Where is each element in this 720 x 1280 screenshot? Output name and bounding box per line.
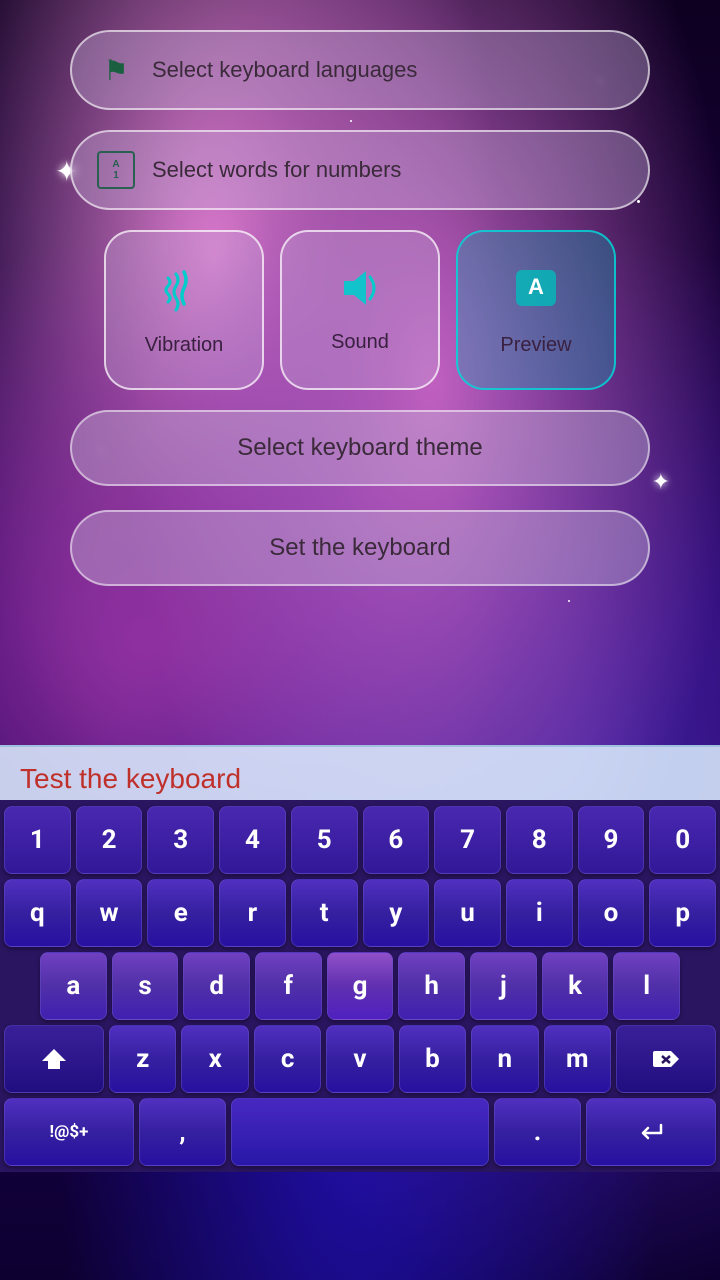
key-d[interactable]: d — [183, 952, 250, 1020]
key-f[interactable]: f — [255, 952, 322, 1020]
key-i[interactable]: i — [506, 879, 573, 947]
enter-key[interactable] — [586, 1098, 716, 1166]
key-5[interactable]: 5 — [291, 806, 358, 874]
key-l[interactable]: l — [613, 952, 680, 1020]
shift-key[interactable] — [4, 1025, 104, 1093]
star-decoration — [568, 600, 570, 602]
key-c[interactable]: c — [254, 1025, 321, 1093]
key-a[interactable]: a — [40, 952, 107, 1020]
key-n[interactable]: n — [471, 1025, 538, 1093]
key-3[interactable]: 3 — [147, 806, 214, 874]
key-y[interactable]: y — [363, 879, 430, 947]
vibration-icon — [160, 264, 208, 322]
key-t[interactable]: t — [291, 879, 358, 947]
vibration-button[interactable]: Vibration — [104, 230, 264, 390]
key-j[interactable]: j — [470, 952, 537, 1020]
key-h[interactable]: h — [398, 952, 465, 1020]
delete-key[interactable] — [616, 1025, 716, 1093]
zxcv-row: z x c v b n m — [4, 1025, 716, 1093]
key-m[interactable]: m — [544, 1025, 611, 1093]
key-r[interactable]: r — [219, 879, 286, 947]
select-words-label: Select words for numbers — [152, 157, 401, 183]
preview-label: Preview — [500, 334, 571, 357]
bottom-row: !@$+ , . — [4, 1098, 716, 1166]
sound-button[interactable]: Sound — [280, 230, 440, 390]
key-v[interactable]: v — [326, 1025, 393, 1093]
select-languages-label: Select keyboard languages — [152, 57, 417, 83]
set-keyboard-button[interactable]: Set the keyboard — [70, 510, 650, 586]
key-7[interactable]: 7 — [434, 806, 501, 874]
select-theme-label: Select keyboard theme — [237, 434, 482, 461]
key-4[interactable]: 4 — [219, 806, 286, 874]
select-theme-button[interactable]: Select keyboard theme — [70, 410, 650, 486]
key-2[interactable]: 2 — [76, 806, 143, 874]
select-words-button[interactable]: A 1 Select words for numbers — [70, 130, 650, 210]
key-q[interactable]: q — [4, 879, 71, 947]
key-s[interactable]: s — [112, 952, 179, 1020]
symbol-key[interactable]: !@$+ — [4, 1098, 134, 1166]
key-u[interactable]: u — [434, 879, 501, 947]
keyboard: 1 2 3 4 5 6 7 8 9 0 q w e r t y u i o p … — [0, 800, 720, 1172]
a1-icon: A 1 — [96, 150, 136, 190]
key-z[interactable]: z — [109, 1025, 176, 1093]
feature-buttons-row: Vibration Sound A Preview — [70, 230, 650, 390]
asdf-row: a s d f g h j k l — [4, 952, 716, 1020]
preview-button[interactable]: A Preview — [456, 230, 616, 390]
key-8[interactable]: 8 — [506, 806, 573, 874]
svg-text:A: A — [528, 274, 544, 299]
key-o[interactable]: o — [578, 879, 645, 947]
key-9[interactable]: 9 — [578, 806, 645, 874]
key-g[interactable]: g — [327, 952, 394, 1020]
key-k[interactable]: k — [542, 952, 609, 1020]
main-content: ⚑ Select keyboard languages A 1 Select w… — [0, 0, 720, 586]
preview-icon: A — [512, 264, 560, 322]
select-languages-button[interactable]: ⚑ Select keyboard languages — [70, 30, 650, 110]
key-0[interactable]: 0 — [649, 806, 716, 874]
key-period[interactable]: . — [494, 1098, 581, 1166]
qwerty-row: q w e r t y u i o p — [4, 879, 716, 947]
set-keyboard-label: Set the keyboard — [269, 534, 450, 561]
key-x[interactable]: x — [181, 1025, 248, 1093]
sound-icon — [336, 267, 384, 319]
key-comma[interactable]: , — [139, 1098, 226, 1166]
key-w[interactable]: w — [76, 879, 143, 947]
key-6[interactable]: 6 — [363, 806, 430, 874]
space-key[interactable] — [231, 1098, 489, 1166]
flag-icon: ⚑ — [96, 50, 136, 90]
test-keyboard-input[interactable] — [20, 763, 700, 795]
key-p[interactable]: p — [649, 879, 716, 947]
sound-label: Sound — [331, 331, 389, 354]
key-1[interactable]: 1 — [4, 806, 71, 874]
key-e[interactable]: e — [147, 879, 214, 947]
key-b[interactable]: b — [399, 1025, 466, 1093]
number-row: 1 2 3 4 5 6 7 8 9 0 — [4, 806, 716, 874]
vibration-label: Vibration — [145, 334, 224, 357]
